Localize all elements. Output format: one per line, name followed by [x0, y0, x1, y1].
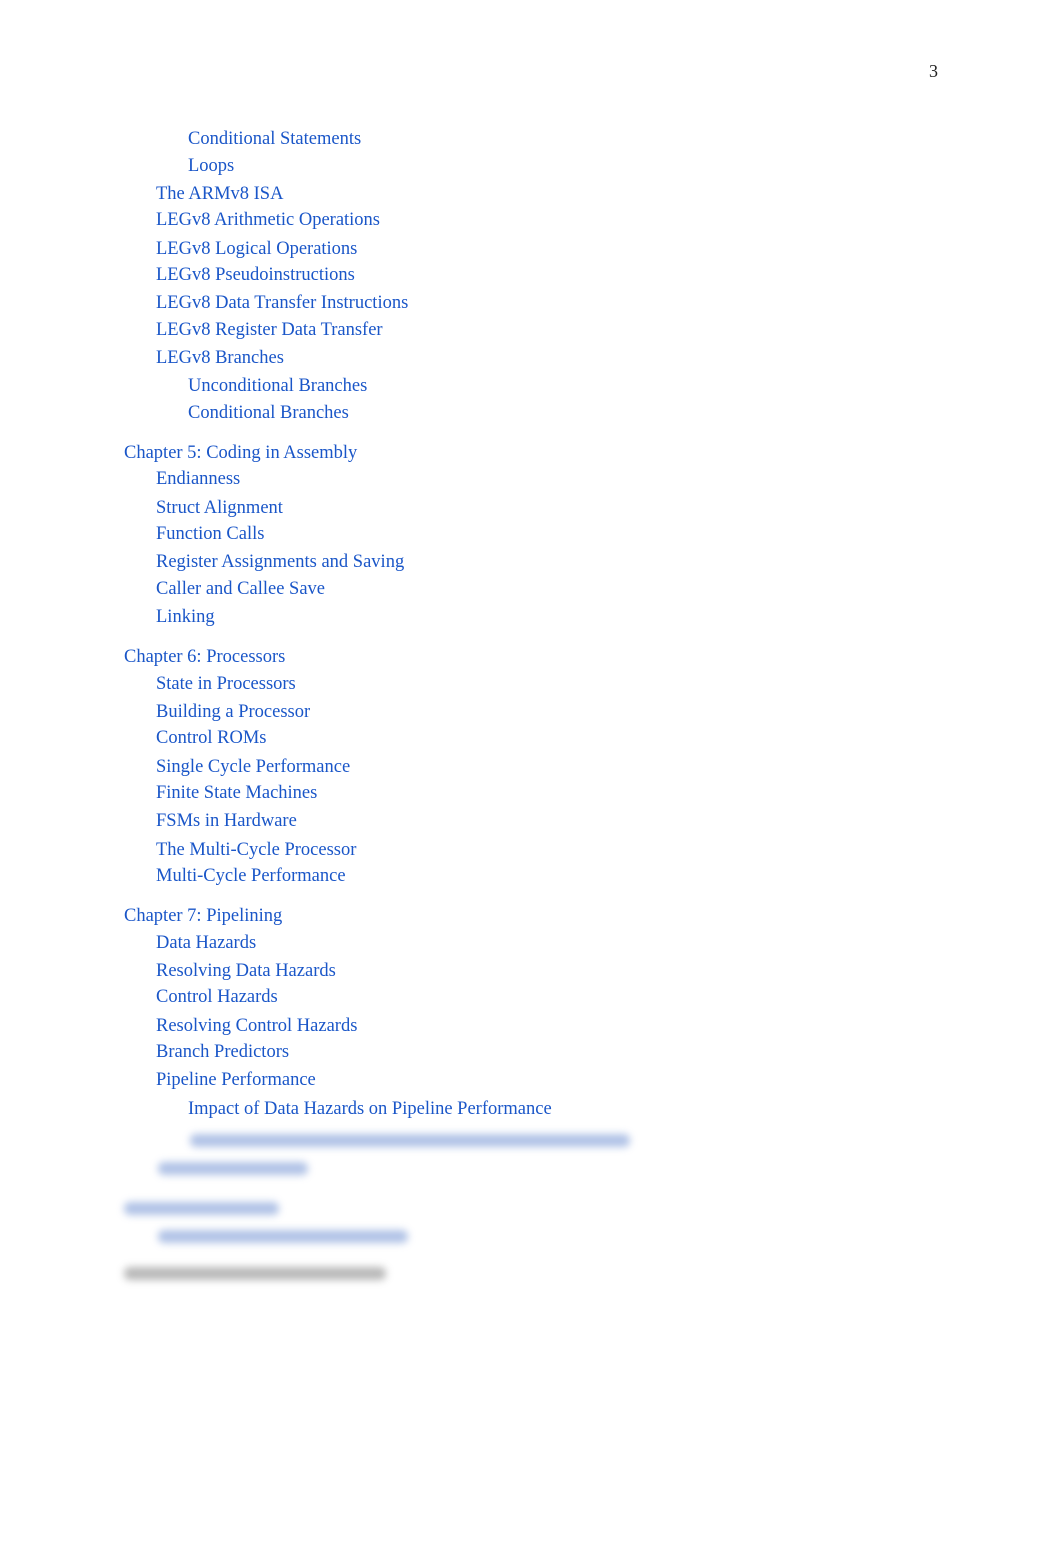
- toc-entry-link[interactable]: Loops: [188, 155, 234, 177]
- toc-entry-link[interactable]: Data Hazards: [156, 932, 256, 954]
- toc-entry-link[interactable]: Linking: [156, 606, 215, 628]
- toc-entry-link[interactable]: Multi-Cycle Performance: [156, 865, 346, 887]
- toc-entry-link[interactable]: FSMs in Hardware: [156, 810, 297, 832]
- toc-entry-link[interactable]: Pipeline Performance: [156, 1069, 316, 1091]
- toc-entry-link[interactable]: Register Assignments and Saving: [156, 551, 404, 573]
- toc-entry-link[interactable]: LEGv8 Data Transfer Instructions: [156, 292, 408, 314]
- toc-entry-link[interactable]: The ARMv8 ISA: [156, 183, 283, 205]
- toc-entry-link[interactable]: Function Calls: [156, 523, 264, 545]
- toc-entry-link[interactable]: Single Cycle Performance: [156, 756, 350, 778]
- toc-entry-link[interactable]: Caller and Callee Save: [156, 578, 325, 600]
- toc-entry-link[interactable]: LEGv8 Arithmetic Operations: [156, 209, 380, 231]
- toc-entry-link[interactable]: Struct Alignment: [156, 497, 283, 519]
- blurred-entry: [124, 1202, 279, 1215]
- toc-entry-link[interactable]: Branch Predictors: [156, 1041, 289, 1063]
- toc-entry-link[interactable]: LEGv8 Pseudoinstructions: [156, 264, 355, 286]
- toc-entry-link[interactable]: The Multi-Cycle Processor: [156, 839, 356, 861]
- toc-entry-link[interactable]: Control ROMs: [156, 727, 267, 749]
- toc-entry-link[interactable]: LEGv8 Logical Operations: [156, 238, 357, 260]
- toc-entry-link[interactable]: Endianness: [156, 468, 240, 490]
- toc-entry-link[interactable]: LEGv8 Register Data Transfer: [156, 319, 383, 341]
- toc-chapter-link[interactable]: Chapter 6: Processors: [124, 646, 285, 668]
- blurred-entry: [158, 1230, 408, 1243]
- toc-entry-link[interactable]: Resolving Control Hazards: [156, 1015, 357, 1037]
- toc-entry-link[interactable]: Conditional Branches: [188, 402, 349, 424]
- toc-entry-link[interactable]: LEGv8 Branches: [156, 347, 284, 369]
- toc-entry-link[interactable]: Control Hazards: [156, 986, 278, 1008]
- toc-entry-link[interactable]: Finite State Machines: [156, 782, 317, 804]
- toc-entry-link[interactable]: Building a Processor: [156, 701, 310, 723]
- blurred-entry: [158, 1162, 308, 1175]
- table-of-contents: Conditional Statements Loops The ARMv8 ISA…: [0, 0, 1062, 1561]
- toc-entry-link[interactable]: Unconditional Branches: [188, 375, 367, 397]
- toc-entry-link[interactable]: Impact of Data Hazards on Pipeline Perfo…: [188, 1098, 552, 1120]
- blurred-entry: [190, 1134, 630, 1147]
- toc-entry-link[interactable]: State in Processors: [156, 673, 296, 695]
- blurred-entry: [124, 1267, 386, 1280]
- toc-chapter-link[interactable]: Chapter 5: Coding in Assembly: [124, 442, 357, 464]
- toc-entry-link[interactable]: Resolving Data Hazards: [156, 960, 336, 982]
- toc-entry-link[interactable]: Conditional Statements: [188, 128, 361, 150]
- toc-chapter-link[interactable]: Chapter 7: Pipelining: [124, 905, 282, 927]
